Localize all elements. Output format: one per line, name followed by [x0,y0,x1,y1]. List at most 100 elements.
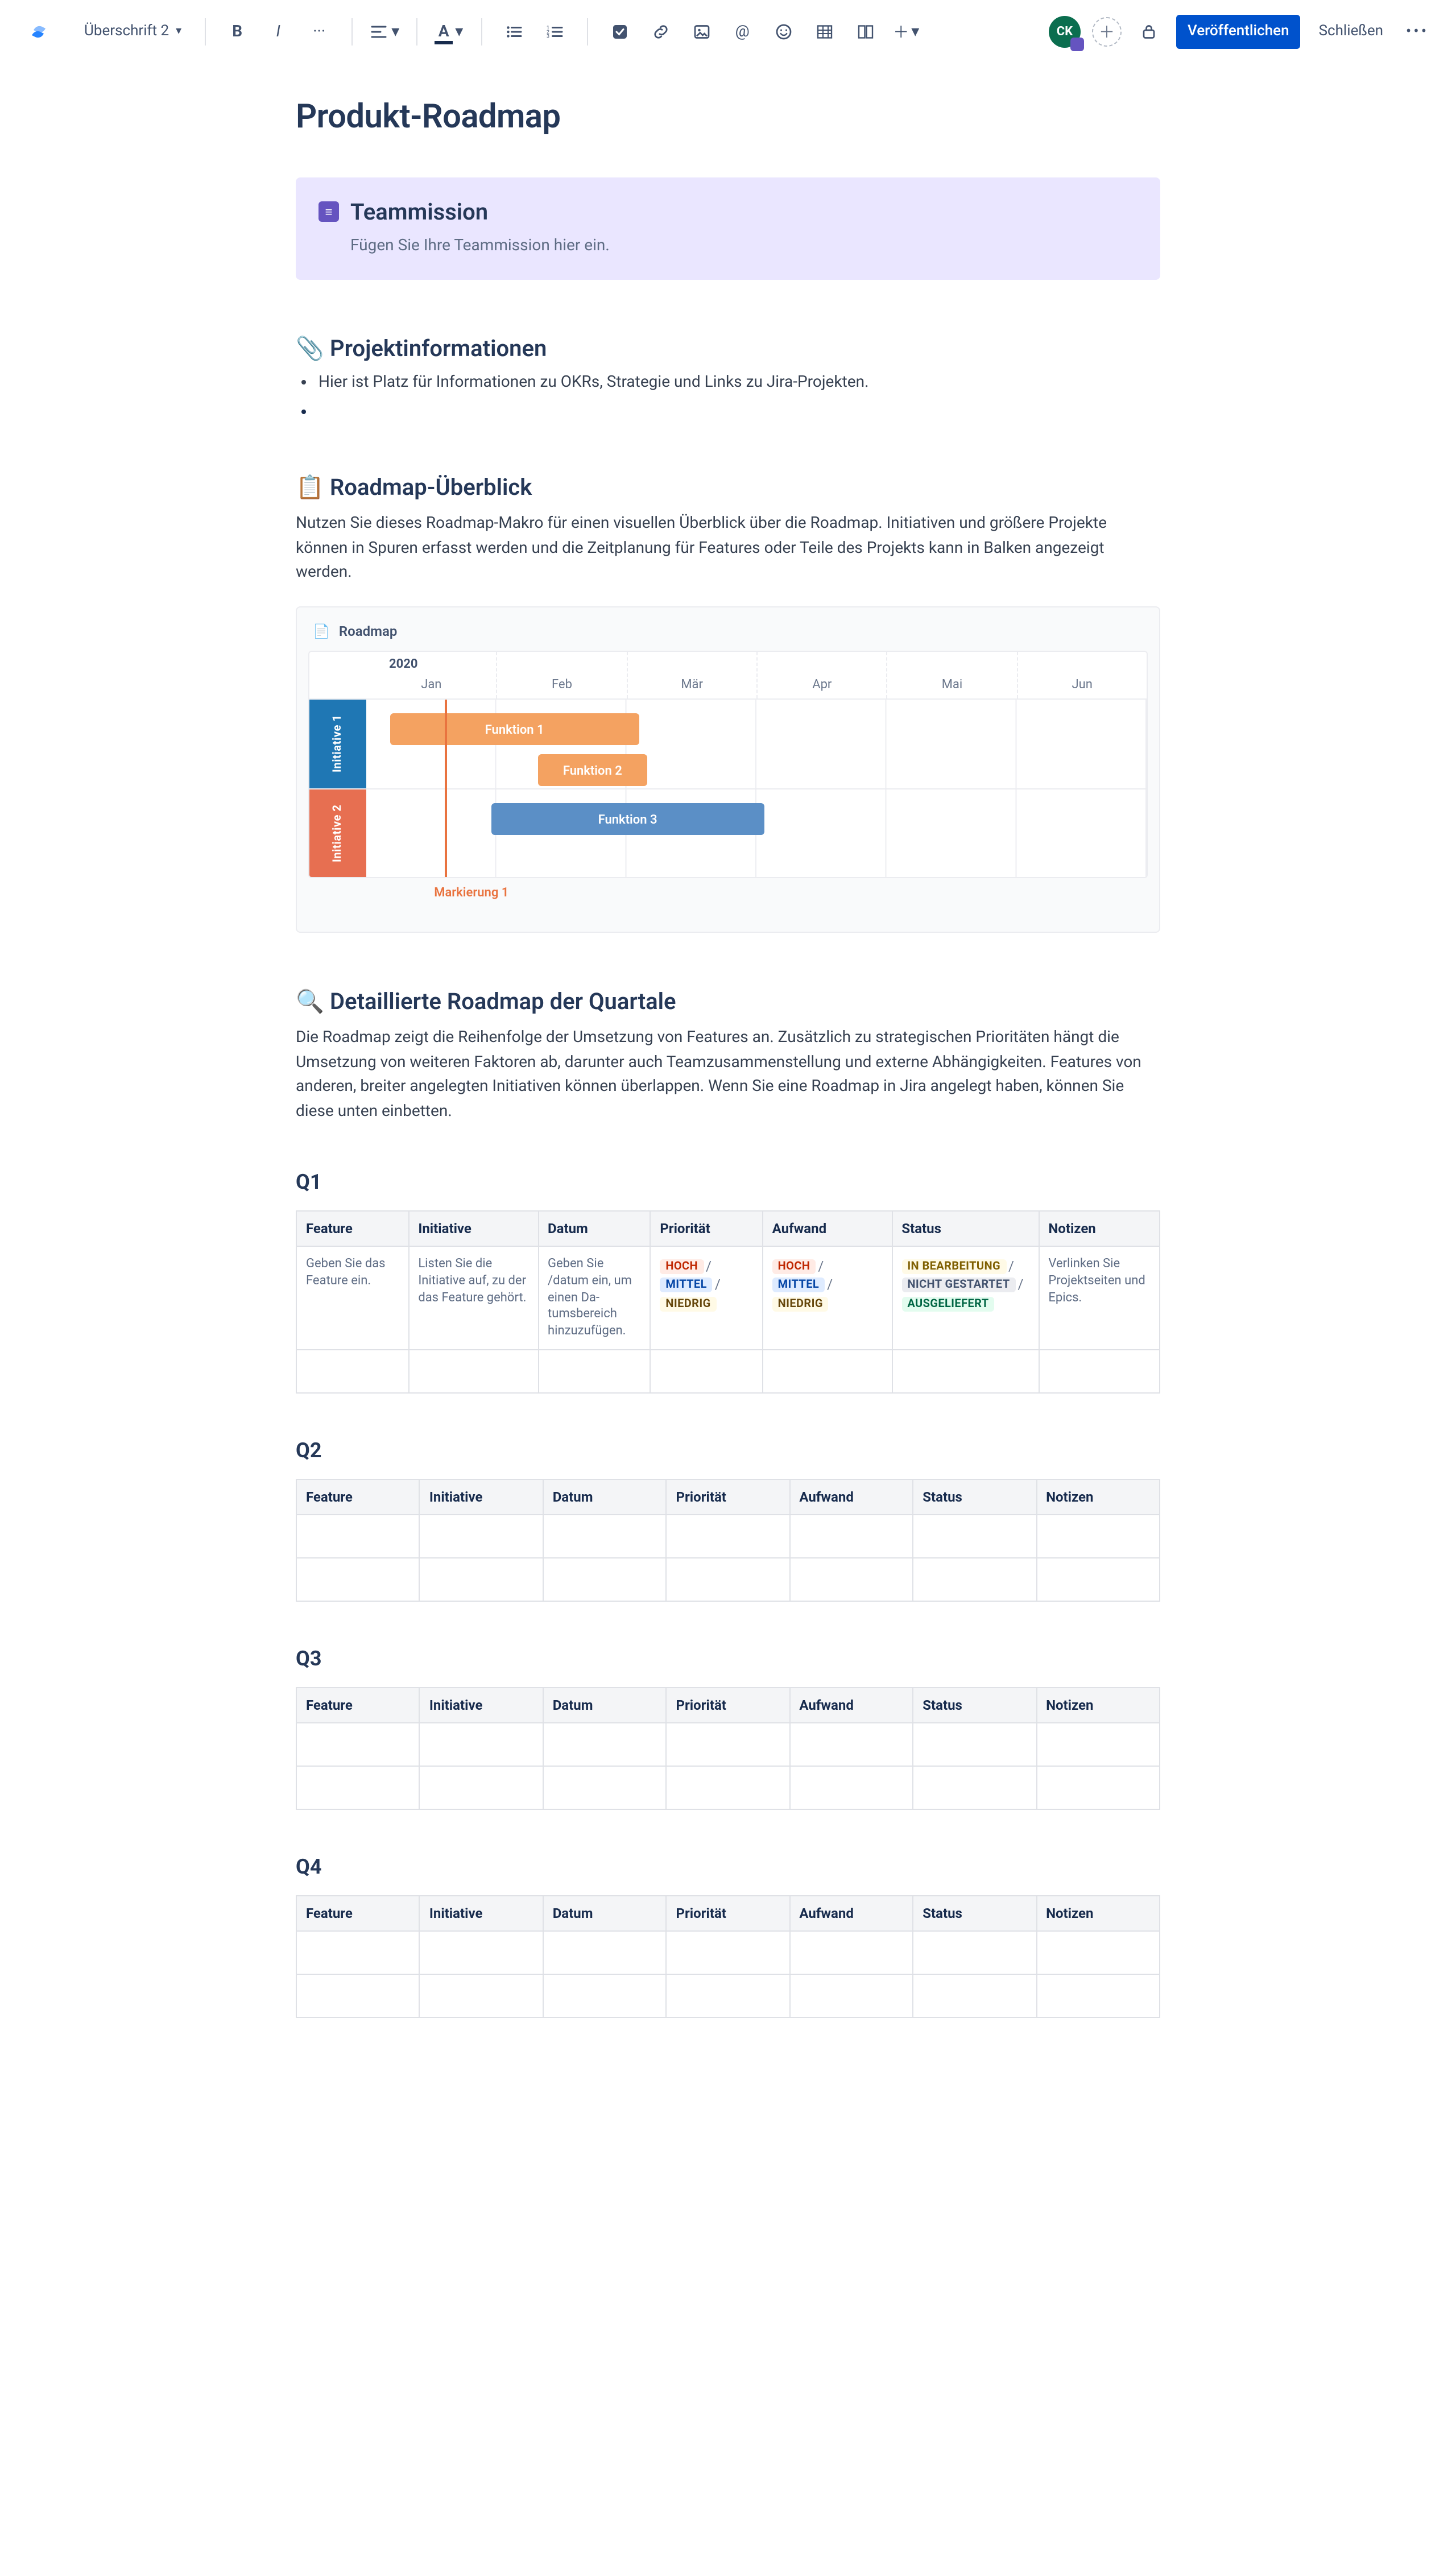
table-row[interactable]: Geben Sie das Feature ein. Listen Sie di… [296,1246,1160,1350]
q3-heading[interactable]: Q3 [296,1647,1160,1671]
month-label: Feb [497,652,627,698]
q4-table[interactable]: Feature Initiative Datum Priorität Aufwa… [296,1895,1160,2018]
action-item-button[interactable] [603,15,635,47]
presence-avatar[interactable]: CK [1049,15,1081,47]
q3-table[interactable]: Feature Initiative Datum Priorität Aufwa… [296,1687,1160,1810]
editor-toolbar: Überschrift 2 ▾ B I ··· ▾ A ▾ 123 [0,0,1456,64]
roadmap-bar[interactable]: Funktion 3 [491,803,764,835]
col-header: Status [913,1896,1036,1931]
layouts-button[interactable] [849,15,881,47]
chevron-down-icon: ▾ [911,22,919,40]
col-header: Feature [296,1896,420,1931]
roadmap-timeline-header: 2020 Jan Feb Mär Apr Mai Jun [309,652,1147,700]
cell-hint[interactable]: Geben Sie /datum ein, um einen Da­tumsbe… [538,1246,650,1350]
table-row[interactable] [296,1931,1160,1974]
roadmap-macro[interactable]: 📄 Roadmap 2020 Jan Feb Mär Apr Mai Jun [296,606,1160,933]
roadmap-marker-label: Markierung 1 [434,885,1148,900]
numbered-list-button[interactable]: 123 [539,15,570,47]
q1-heading[interactable]: Q1 [296,1171,1160,1194]
italic-button[interactable]: I [262,15,294,47]
overflow-menu-button[interactable]: ••• [1401,15,1433,47]
table-row[interactable] [296,1515,1160,1558]
bullet-list-button[interactable] [498,15,530,47]
document-body[interactable]: Produkt-Roadmap ≡ Teammission Fügen Sie … [296,98,1160,2018]
mission-placeholder[interactable]: Fügen Sie Ihre Teammission hier ein. [318,237,1138,255]
table-row[interactable] [296,1723,1160,1766]
roadmap-body: Initiative 1 Funktion 1Funktion 2 Initia… [309,700,1147,877]
col-header: Notizen [1036,1479,1160,1515]
table-row[interactable] [296,1350,1160,1393]
section-project-info[interactable]: 📎 Projektinformationen [296,334,1160,362]
project-info-list[interactable]: Hier ist Platz für Informationen zu OKRs… [296,373,1160,419]
confluence-logo-icon[interactable] [23,15,55,47]
table-row[interactable] [296,1558,1160,1601]
list-item[interactable]: Hier ist Platz für Informationen zu OKRs… [318,373,1160,391]
month-label: Jun [1016,652,1147,698]
lozenge-hoch: HOCH [772,1259,816,1274]
roadmap-lane: Initiative 1 Funktion 1Funktion 2 [309,700,1147,788]
chevron-down-icon: ▾ [176,25,181,38]
mission-panel[interactable]: ≡ Teammission Fügen Sie Ihre Teammission… [296,177,1160,280]
toolbar-separator [586,18,588,45]
month-label: Mai [887,652,1017,698]
link-button[interactable] [644,15,676,47]
roadmap-macro-title: Roadmap [339,623,397,639]
detailed-intro[interactable]: Die Roadmap zeigt die Reihenfolge der Um… [296,1026,1160,1125]
col-header: Aufwand [789,1896,913,1931]
roadmap-bar[interactable]: Funktion 2 [538,754,647,786]
priority-cell[interactable]: HOCH/ MITTEL/ NIEDRIG [650,1246,762,1350]
page-title[interactable]: Produkt-Roadmap [296,98,1160,137]
col-header: Status [913,1479,1036,1515]
mention-button[interactable]: @ [726,15,758,47]
q2-heading[interactable]: Q2 [296,1439,1160,1463]
align-button[interactable]: ▾ [368,15,400,47]
invite-button[interactable]: ＋ [1092,16,1122,46]
publish-label: Veröffentlichen [1188,23,1289,40]
emoji-button[interactable] [767,15,799,47]
detailed-heading: Detaillierte Roadmap der Quartale [330,987,676,1015]
col-header: Feature [296,1688,420,1723]
col-header: Notizen [1039,1211,1160,1246]
section-roadmap[interactable]: 📋 Roadmap-Überblick [296,473,1160,501]
clipboard-icon: 📋 [296,473,318,501]
effort-cell[interactable]: HOCH/ MITTEL/ NIEDRIG [763,1246,892,1350]
col-header: Datum [543,1688,667,1723]
col-header: Status [913,1688,1036,1723]
col-header: Aufwand [789,1688,913,1723]
q2-table[interactable]: Feature Initiative Datum Priorität Aufwa… [296,1479,1160,1602]
col-header: Datum [543,1896,667,1931]
text-color-button[interactable]: A ▾ [433,15,465,47]
q4-heading[interactable]: Q4 [296,1855,1160,1879]
roadmap-intro[interactable]: Nutzen Sie dieses Roadmap-Makro für eine… [296,512,1160,586]
publish-button[interactable]: Veröffentlichen [1176,14,1301,48]
bold-button[interactable]: B [221,15,253,47]
cell-hint[interactable]: Geben Sie das Feature ein. [296,1246,408,1350]
lozenge-mittel: MITTEL [772,1278,825,1293]
col-header: Aufwand [763,1211,892,1246]
insert-button[interactable]: ＋▾ [890,15,922,47]
table-row[interactable] [296,1974,1160,2017]
image-button[interactable] [685,15,717,47]
col-header: Initiative [420,1896,543,1931]
avatar-initials: CK [1057,24,1073,39]
chevron-down-icon: ▾ [391,22,399,40]
close-label: Schließen [1319,23,1383,40]
cell-hint[interactable]: Listen Sie die Initiative auf, zu der da… [408,1246,538,1350]
lane-area: Funktion 3 [366,789,1147,877]
restrictions-button[interactable] [1133,15,1165,47]
svg-text:3: 3 [546,34,549,39]
close-button[interactable]: Schließen [1312,14,1390,48]
month-label: Apr [756,652,887,698]
status-cell[interactable]: IN BEARBEITUNG/ NICHT GESTARTET/ AUSGELI… [892,1246,1039,1350]
section-detailed[interactable]: 🔍 Detaillierte Roadmap der Quartale [296,987,1160,1015]
col-header: Priorität [650,1211,762,1246]
table-button[interactable] [808,15,840,47]
text-style-select[interactable]: Überschrift 2 ▾ [77,15,188,47]
toolbar-separator [481,18,482,45]
list-item-empty[interactable] [318,403,1160,419]
cell-hint[interactable]: Verlinken Sie Projektseiten und Epics. [1039,1246,1160,1350]
roadmap-bar[interactable]: Funktion 1 [390,713,639,745]
more-formatting-button[interactable]: ··· [303,15,335,47]
q1-table[interactable]: Feature Initiative Datum Priorität Aufwa… [296,1210,1160,1394]
table-row[interactable] [296,1766,1160,1809]
